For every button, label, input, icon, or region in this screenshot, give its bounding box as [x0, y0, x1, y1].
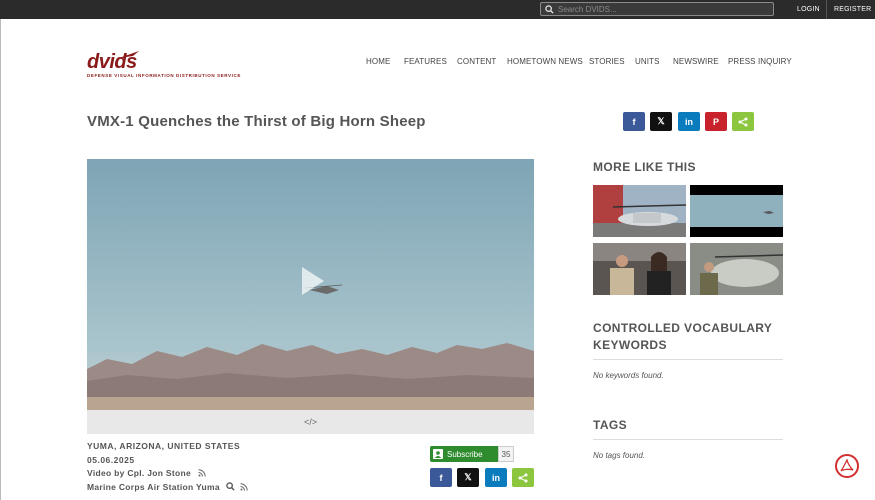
keywords-heading: CONTROLLED VOCABULARY KEYWORDS [593, 321, 773, 352]
nav-press-inquiry[interactable]: PRESS INQUIRY [728, 57, 792, 66]
search-icon [545, 4, 554, 14]
play-icon[interactable] [300, 265, 326, 297]
page-title: VMX-1 Quenches the Thirst of Big Horn Sh… [87, 113, 426, 130]
related-video-thumbnail[interactable] [690, 185, 783, 237]
top-bar: LOGIN REGISTER [0, 0, 875, 19]
facebook-icon: f [632, 116, 636, 127]
nav-home[interactable]: HOME [366, 57, 390, 66]
subscribe-button[interactable]: Subscribe [430, 446, 498, 462]
location-text: YUMA, ARIZONA, UNITED STATES [87, 441, 241, 451]
more-like-this-heading: MORE LIKE THIS [593, 160, 696, 174]
nav-units[interactable]: UNITS [635, 57, 660, 66]
register-link[interactable]: REGISTER [834, 0, 871, 19]
share-pinterest-button[interactable]: P [705, 112, 727, 131]
byline: Video by Cpl. Jon Stone [87, 468, 206, 478]
thumbnail-image [593, 243, 686, 295]
logo-wordmark: dvids [87, 51, 137, 73]
x-icon: 𝕏 [657, 116, 665, 126]
nav-hometown-news[interactable]: HOMETOWN NEWS [507, 57, 583, 66]
video-player[interactable] [87, 159, 534, 410]
share-linkedin-button[interactable]: in [678, 112, 700, 131]
unit-text[interactable]: Marine Corps Air Station Yuma [87, 482, 220, 492]
nav-content[interactable]: CONTENT [457, 57, 496, 66]
date-text: 05.06.2025 [87, 455, 135, 465]
related-video-thumbnail[interactable] [690, 243, 783, 295]
search-input[interactable] [558, 4, 768, 14]
share-facebook-button[interactable]: f [623, 112, 645, 131]
thumbnail-image [690, 243, 783, 295]
embed-bar[interactable]: </> [87, 410, 534, 434]
search-box[interactable] [540, 2, 774, 16]
logo-tagline: DEFENSE VISUAL INFORMATION DISTRIBUTION … [87, 73, 241, 78]
keywords-empty-text: No keywords found. [593, 371, 664, 380]
pdf-download-button[interactable] [835, 454, 859, 478]
login-link[interactable]: LOGIN [797, 0, 820, 19]
keywords-divider [593, 359, 783, 360]
page-left-border [0, 19, 1, 500]
unit-line: Marine Corps Air Station Yuma [87, 482, 248, 492]
related-video-thumbnail[interactable] [593, 243, 686, 295]
share-x-button[interactable]: 𝕏 [650, 112, 672, 131]
unit-rss-icon[interactable] [240, 483, 248, 491]
byline-text[interactable]: Video by Cpl. Jon Stone [87, 468, 191, 478]
share-more-button[interactable] [732, 112, 754, 131]
bottom-share-more-button[interactable] [512, 468, 534, 487]
rss-icon[interactable] [198, 469, 206, 477]
subscribe-label: Subscribe [447, 449, 483, 459]
pdf-icon [840, 459, 854, 472]
linkedin-icon: in [685, 116, 693, 127]
embed-code-icon[interactable]: </> [304, 417, 317, 427]
tags-heading: TAGS [593, 418, 628, 432]
dvids-logo[interactable]: dvids DEFENSE VISUAL INFORMATION DISTRIB… [87, 51, 247, 84]
user-icon [433, 449, 443, 459]
facebook-icon: f [439, 472, 443, 483]
linkedin-icon: in [492, 472, 500, 483]
nav-features[interactable]: FEATURES [404, 57, 447, 66]
share-icon [518, 473, 528, 482]
tags-empty-text: No tags found. [593, 451, 646, 460]
share-icon [738, 117, 748, 126]
bottom-share-facebook-button[interactable]: f [430, 468, 452, 487]
jet-emblem [119, 51, 139, 59]
nav-stories[interactable]: STORIES [589, 57, 625, 66]
pinterest-icon: P [712, 116, 719, 127]
subscriber-count: 35 [498, 446, 514, 462]
nav-newswire[interactable]: NEWSWIRE [673, 57, 719, 66]
thumbnail-image [593, 185, 686, 237]
x-icon: 𝕏 [464, 472, 472, 482]
thumbnail-image [690, 185, 783, 237]
top-divider [826, 0, 827, 19]
bottom-share-x-button[interactable]: 𝕏 [457, 468, 479, 487]
tags-divider [593, 439, 783, 440]
unit-search-icon[interactable] [225, 482, 235, 491]
related-video-thumbnail[interactable] [593, 185, 686, 237]
bottom-share-linkedin-button[interactable]: in [485, 468, 507, 487]
